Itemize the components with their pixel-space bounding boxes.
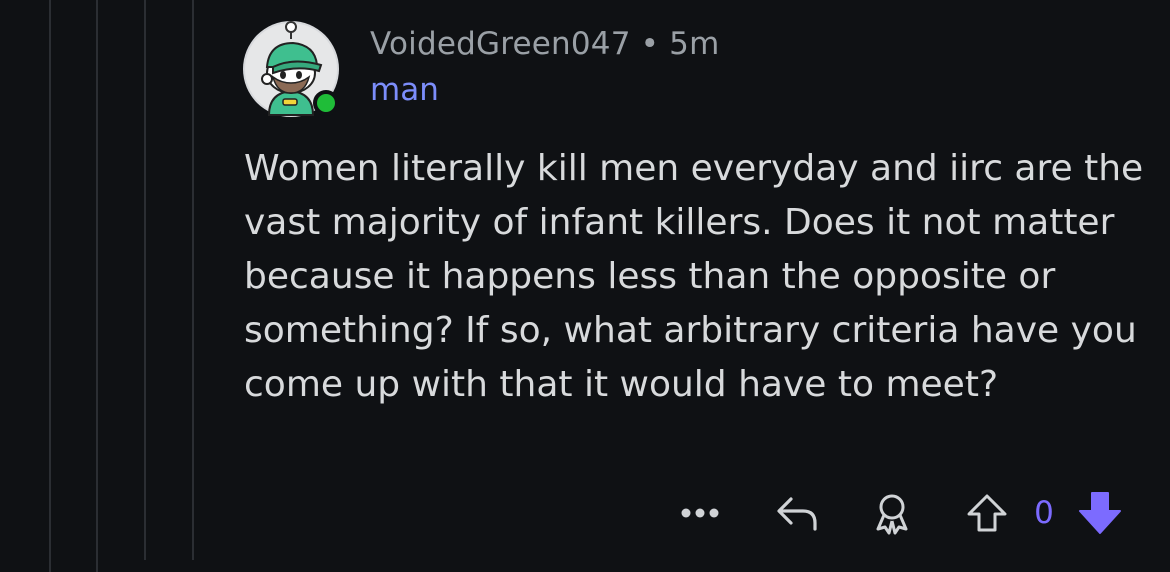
user-flair: man (370, 72, 439, 108)
comment-action-bar: 0 (670, 486, 1140, 540)
reply-arrow-icon (777, 497, 817, 531)
award-button[interactable] (864, 486, 920, 540)
reply-button[interactable] (770, 486, 826, 540)
vote-count: 0 (1034, 495, 1054, 531)
thread-line (49, 0, 51, 572)
comment-age: 5m (669, 26, 720, 62)
ellipsis-icon (681, 508, 719, 518)
author-username[interactable]: VoidedGreen047 (370, 26, 631, 62)
award-icon (876, 494, 908, 535)
more-options-button[interactable] (670, 486, 730, 540)
comment-body: Women literally kill men everyday and ii… (244, 148, 1144, 405)
upvote-button[interactable] (962, 486, 1012, 540)
score: 0 (1022, 486, 1066, 540)
thread-line (192, 0, 194, 560)
downvote-button[interactable] (1072, 486, 1128, 540)
upvote-arrow-outline-icon (967, 494, 1007, 532)
meta-separator: • (640, 26, 660, 62)
comment-meta: VoidedGreen047 • 5m (370, 26, 719, 62)
thread-line (144, 0, 146, 560)
online-status-dot (313, 90, 339, 116)
downvote-arrow-filled-icon (1079, 492, 1121, 534)
thread-line (96, 0, 98, 572)
